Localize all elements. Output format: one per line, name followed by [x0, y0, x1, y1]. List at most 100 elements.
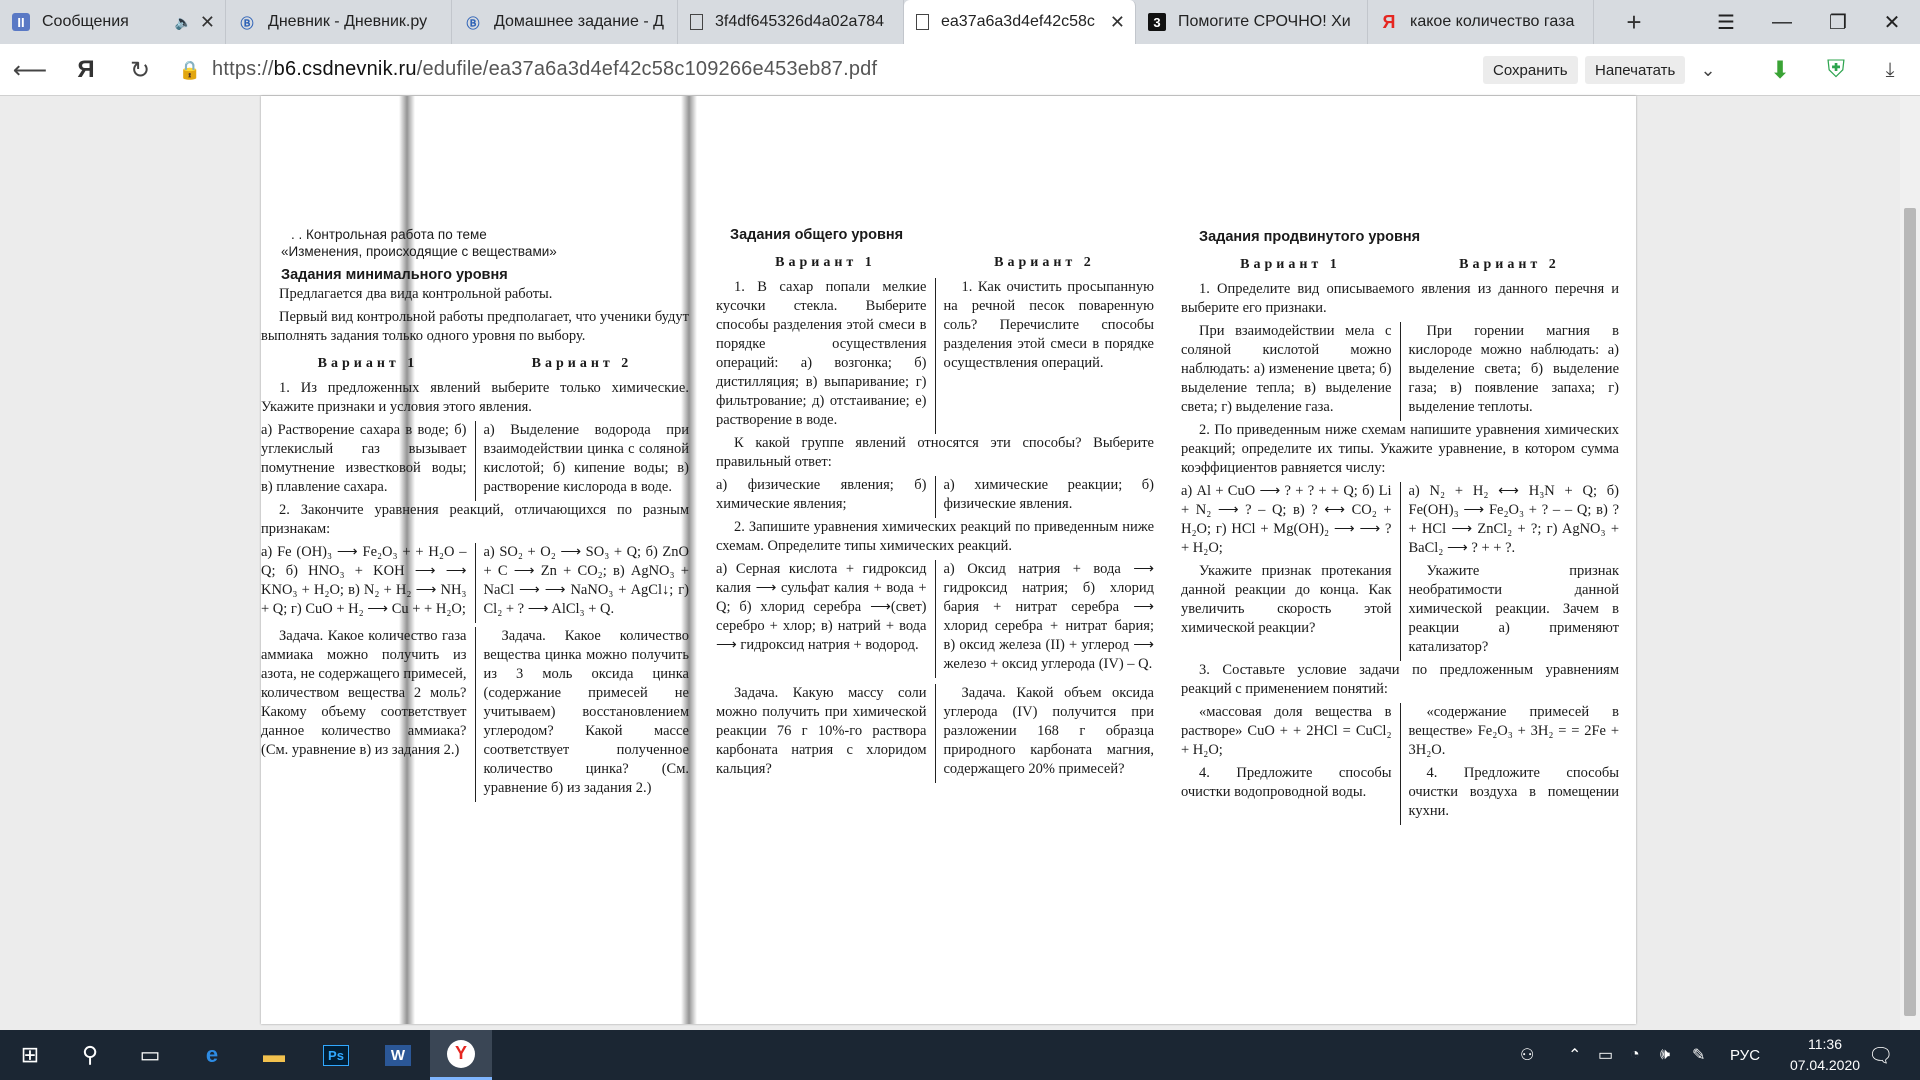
new-tab-button[interactable]: + — [1612, 0, 1656, 44]
tab-yandex-search[interactable]: Я какое количество газа — [1368, 0, 1594, 44]
answer-text: «содержание примесей в веществе» Fe₂O₃ +… — [1408, 704, 1620, 758]
download-arrow-extension-icon[interactable]: ⬇ — [1762, 52, 1798, 88]
question-text: 4. Предложите способы очистки воздуха в … — [1408, 765, 1620, 819]
task-view-icon[interactable]: ▭ — [120, 1030, 180, 1080]
pdf-file-icon — [690, 14, 703, 30]
question-text: 2. По приведенным ниже схемам напишите у… — [1181, 422, 1619, 476]
scrollbar-thumb[interactable] — [1904, 208, 1916, 1016]
clock-time: 11:36 — [1808, 1036, 1842, 1052]
variant-split: При взаимодействии мела с соляной кислот… — [1181, 322, 1619, 421]
notifications-icon[interactable]: 🗨 — [1868, 1030, 1893, 1080]
question-text: 1. Определите вид описываемого явления и… — [1181, 281, 1619, 316]
tab-title: Дневник - Дневник.ру — [268, 13, 428, 30]
column-general-level: Задания общего уровня Вариант 1 Вариант … — [716, 226, 1154, 783]
pen-icon[interactable]: ✎ — [1692, 1030, 1705, 1080]
equation-text: а) Fe (OH)₃ ⟶ Fe₂O₃ + + H₂O – Q; б) HNO₃… — [261, 544, 467, 617]
yandex-home-icon[interactable]: Я — [68, 52, 104, 88]
tab-pdf-1[interactable]: 3f4df645326d4a02a784 — [678, 0, 904, 44]
question-text: 2. Запишите уравнения химических реакций… — [716, 519, 1154, 554]
variant-header: Вариант 1 Вариант 2 — [1181, 255, 1619, 274]
task-text: Задача. Какую массу соли можно получить … — [716, 685, 927, 777]
network-icon[interactable]: ◔ — [1630, 1030, 1640, 1080]
question-text: 4. Предложите способы очистки водопровод… — [1181, 765, 1392, 800]
close-window-button[interactable]: ✕ — [1864, 0, 1920, 44]
print-button[interactable]: Напечатать — [1585, 56, 1686, 84]
search-icon[interactable]: ⚲ — [60, 1030, 120, 1080]
answer-text: При горении магния в кислороде можно наб… — [1408, 323, 1620, 415]
battery-icon[interactable]: ▭ — [1598, 1030, 1613, 1080]
shield-icon[interactable]: ⛨ — [1818, 52, 1854, 88]
reload-icon[interactable]: ↻ — [122, 52, 158, 88]
question-text: 1. В сахар попали мелкие кусочки стекла.… — [716, 279, 927, 428]
address-input[interactable]: https://b6.csdnevnik.ru/edufile/ea37a6a3… — [212, 58, 877, 81]
variant-split: а) Fe (OH)₃ ⟶ Fe₂O₃ + + H₂O – Q; б) HNO₃… — [261, 543, 689, 623]
equation-text: а) Оксид натрия + вода ⟶ гидроксид натри… — [943, 561, 1155, 672]
tab-messages[interactable]: II Сообщения 🔈 ✕ — [0, 0, 226, 44]
tab-title: какое количество газа — [1410, 13, 1575, 30]
tab-title: Домашнее задание - Д — [494, 13, 664, 30]
dnevnik-icon: Ⓑ — [466, 15, 480, 31]
photoshop-icon[interactable]: Ps — [306, 1030, 366, 1080]
close-icon[interactable]: ✕ — [200, 12, 215, 33]
variant-split: а) Серная кислота + гидроксид калия ⟶ су… — [716, 560, 1154, 678]
variant-2-label: Вариант 2 — [1459, 257, 1560, 272]
clock[interactable]: 11:36 07.04.2020 — [1775, 1034, 1875, 1076]
close-icon[interactable]: ✕ — [1110, 12, 1125, 33]
language-indicator[interactable]: РУС — [1730, 1030, 1760, 1080]
section-title: Задания минимального уровня — [281, 267, 508, 283]
windows-taskbar: ⊞ ⚲ ▭ e ▬ Ps W Y ⚇ ⌃ ▭ ◔ 🕪 ✎ РУС 11:36 0… — [0, 1030, 1920, 1080]
tab-znanija[interactable]: 3 Помогите СРОЧНО! Хи — [1136, 0, 1368, 44]
equation-text: а) Al + CuO ⟶ ? + ? + + Q; б) Li + N₂ ⟶ … — [1181, 483, 1392, 556]
chevron-down-icon[interactable]: ⌄ — [1690, 52, 1726, 88]
pdf-page: . . Контрольная работа по теме «Изменени… — [261, 96, 1636, 1024]
people-icon[interactable]: ⚇ — [1520, 1030, 1534, 1080]
back-icon[interactable]: ⟵ — [12, 52, 48, 88]
minimize-button[interactable]: — — [1754, 0, 1810, 44]
messages-icon: II — [12, 13, 30, 31]
task-text: Задача. Какое количество вещества цинка … — [483, 628, 690, 796]
tab-homework[interactable]: Ⓑ Домашнее задание - Д — [452, 0, 678, 44]
question-text: 1. Как очистить просыпанную на речной пе… — [943, 279, 1155, 371]
variant-split: а) Al + CuO ⟶ ? + ? + + Q; б) Li + N₂ ⟶ … — [1181, 482, 1619, 661]
vertical-scrollbar[interactable] — [1900, 96, 1920, 1030]
variant-split: Задача. Какое количество газа аммиака мо… — [261, 627, 689, 802]
tab-title: ea37a6a3d4ef42c58c — [941, 13, 1095, 30]
word-icon[interactable]: W — [368, 1030, 428, 1080]
section-title: Задания общего уровня — [730, 227, 904, 243]
volume-icon[interactable]: 🕪 — [1660, 1030, 1670, 1080]
question-text: 1. Из предложенных явлений выберите толь… — [261, 380, 689, 415]
tab-strip: II Сообщения 🔈 ✕ Ⓑ Дневник - Дневник.ру … — [0, 0, 1920, 44]
question-text: 2. Закончите уравнения реакций, отличающ… — [261, 502, 689, 537]
equation-text: а) Серная кислота + гидроксид калия ⟶ су… — [716, 561, 927, 653]
variant-1-label: Вариант 1 — [317, 356, 419, 371]
intro-text: Первый вид контрольной работы предполага… — [261, 309, 689, 344]
question-text: 3. Составьте условие задачи по предложен… — [1181, 662, 1619, 697]
photoshop-label: Ps — [323, 1044, 349, 1066]
variant-split: «массовая доля вещества в растворе» CuO … — [1181, 703, 1619, 825]
speaker-icon[interactable]: 🔈 — [174, 14, 191, 31]
answer-text: а) Растворение сахара в воде; б) углекис… — [261, 422, 467, 495]
save-button[interactable]: Сохранить — [1483, 56, 1578, 84]
question-text: К какой группе явлений относятся эти спо… — [716, 435, 1154, 470]
url-host: b6.csdnevnik.ru — [273, 58, 417, 80]
windows-start-icon[interactable]: ⊞ — [0, 1030, 60, 1080]
downloads-icon[interactable]: ⤓ — [1872, 52, 1908, 88]
tab-dnevnik[interactable]: Ⓑ Дневник - Дневник.ру — [226, 0, 452, 44]
yandex-browser-icon[interactable]: Y — [430, 1030, 492, 1080]
chevron-up-icon[interactable]: ⌃ — [1568, 1030, 1581, 1080]
file-explorer-icon[interactable]: ▬ — [244, 1030, 304, 1080]
restore-button[interactable]: ❐ — [1810, 0, 1866, 44]
pdf-file-icon — [916, 14, 929, 30]
edge-icon[interactable]: e — [182, 1030, 242, 1080]
url-scheme: https:// — [212, 58, 274, 80]
word-label: W — [384, 1044, 412, 1066]
tab-pdf-active[interactable]: ea37a6a3d4ef42c58c ✕ — [904, 0, 1136, 44]
lock-icon[interactable]: 🔒 — [172, 52, 208, 88]
dnevnik-icon: Ⓑ — [240, 15, 254, 31]
equation-text: а) SO₂ + O₂ ⟶ SO₃ + Q; б) ZnO + C ⟶ Zn +… — [483, 544, 690, 617]
tab-title: 3f4df645326d4a02a784 — [715, 13, 885, 30]
answer-text: а) Выделение водорода при взаимодействии… — [483, 422, 690, 495]
tabs-menu-icon[interactable]: ☰ — [1698, 0, 1754, 44]
variant-header: Вариант 1 Вариант 2 — [716, 253, 1154, 272]
answer-text: «массовая доля вещества в растворе» CuO … — [1181, 704, 1392, 758]
